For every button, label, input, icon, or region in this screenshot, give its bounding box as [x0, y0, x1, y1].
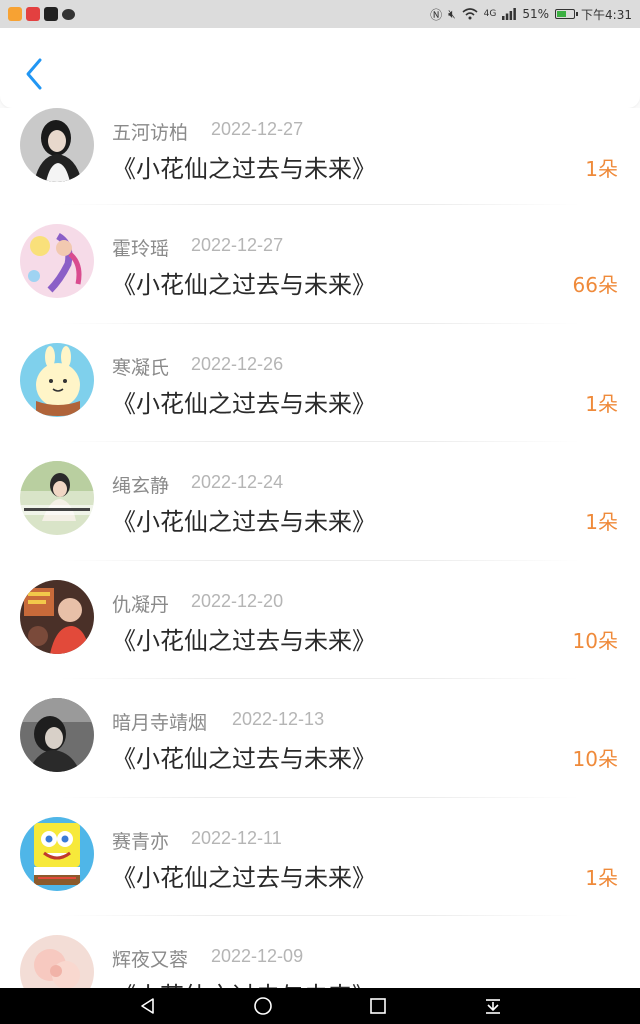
- nav-back-button[interactable]: [133, 991, 163, 1021]
- user-name: 霍玲瑶: [112, 238, 170, 260]
- flower-count: 10朵: [572, 747, 618, 771]
- book-title: 《小花仙之过去与未来》: [112, 155, 376, 183]
- list-item[interactable]: 辉夜又蓉 2022-12-09 《小花仙之过去与未来》: [0, 916, 640, 1010]
- user-name: 五河访柏: [112, 122, 189, 144]
- chat-bubble-icon: [62, 8, 75, 20]
- notification-pulldown-icon: [485, 999, 500, 1014]
- recents-square-icon: [369, 998, 386, 1014]
- clock: 下午4:31: [581, 7, 632, 22]
- list-item[interactable]: 霍玲瑶 2022-12-27 《小花仙之过去与未来》 66朵: [0, 205, 640, 324]
- user-name: 绳玄静: [112, 475, 170, 497]
- flower-count: 1朵: [585, 391, 618, 416]
- flower-record-list: 五河访柏 2022-12-27 《小花仙之过去与未来》 1朵 霍玲瑶 2022-…: [0, 108, 640, 1010]
- status-indicators: Ⓝ 🔇︎ 4G 51% 下午4:31: [430, 6, 632, 23]
- flower-count: 1朵: [585, 865, 618, 890]
- user-name: 仇凝丹: [112, 593, 170, 616]
- user-name: 辉夜又蓉: [112, 949, 189, 971]
- date: 2022-12-27: [211, 119, 304, 139]
- avatar: [20, 108, 94, 182]
- nav-home-button[interactable]: [248, 991, 278, 1021]
- nav-notification-button[interactable]: [478, 991, 508, 1021]
- navigation-bar: [0, 988, 640, 1024]
- date: 2022-12-20: [191, 590, 284, 611]
- flower-count: 1朵: [585, 510, 618, 534]
- nav-recents-button[interactable]: [363, 991, 393, 1021]
- date: 2022-12-27: [191, 235, 284, 255]
- date: 2022-12-26: [191, 353, 284, 374]
- tiktok-icon: [44, 7, 58, 21]
- list-item[interactable]: 寒凝氏 2022-12-26 《小花仙之过去与未来》 1朵: [0, 323, 640, 442]
- video-app-icon: [8, 7, 22, 21]
- list-item[interactable]: 五河访柏 2022-12-27 《小花仙之过去与未来》 1朵: [0, 108, 640, 205]
- avatar: [20, 579, 94, 654]
- signal-icon: [502, 8, 517, 20]
- list-item[interactable]: 仇凝丹 2022-12-20 《小花仙之过去与未来》 10朵: [0, 560, 640, 679]
- status-bar: Ⓝ 🔇︎ 4G 51% 下午4:31: [0, 0, 640, 28]
- book-title: 《小花仙之过去与未来》: [112, 745, 376, 773]
- date: 2022-12-11: [191, 827, 282, 848]
- battery-icon: [555, 9, 579, 19]
- list-item[interactable]: 暗月寺靖烟 2022-12-13 《小花仙之过去与未来》 10朵: [0, 679, 640, 798]
- list-item[interactable]: 赛青亦 2022-12-11 《小花仙之过去与未来》 1朵: [0, 797, 640, 916]
- nfc-icon: Ⓝ: [430, 7, 443, 22]
- user-name: 赛青亦: [112, 830, 170, 853]
- book-title: 《小花仙之过去与未来》: [112, 389, 376, 418]
- wifi-icon: [462, 8, 478, 20]
- avatar: [20, 816, 94, 891]
- date: 2022-12-13: [232, 709, 325, 729]
- back-button[interactable]: [18, 54, 50, 94]
- red-app-icon: [26, 7, 40, 21]
- back-triangle-icon: [140, 998, 154, 1014]
- avatar: [20, 461, 94, 535]
- chevron-left-icon: [26, 58, 42, 90]
- home-circle-icon: [253, 997, 272, 1015]
- battery-fill: [557, 11, 567, 17]
- avatar: [20, 698, 94, 772]
- book-title: 《小花仙之过去与未来》: [112, 271, 376, 299]
- flower-count: 1朵: [585, 157, 618, 181]
- book-title: 《小花仙之过去与未来》: [112, 508, 376, 536]
- book-title: 《小花仙之过去与未来》: [112, 863, 376, 892]
- flower-count: 10朵: [572, 628, 618, 653]
- flower-count: 66朵: [572, 273, 618, 297]
- avatar: [20, 342, 94, 417]
- network-type: 4G: [483, 9, 497, 19]
- notification-icons: [8, 7, 75, 21]
- mute-icon: 🔇︎: [448, 6, 456, 21]
- book-title: 《小花仙之过去与未来》: [112, 626, 376, 655]
- user-name: 暗月寺靖烟: [112, 712, 208, 734]
- user-name: 寒凝氏: [112, 356, 170, 379]
- date: 2022-12-09: [211, 946, 304, 966]
- header: [0, 28, 640, 108]
- date: 2022-12-24: [191, 472, 284, 492]
- battery-percent: 51%: [522, 7, 550, 21]
- screen: Ⓝ 🔇︎ 4G 51% 下午4:31 五河访柏 2022-12-27 《小花仙之…: [0, 0, 640, 1024]
- list-item[interactable]: 绳玄静 2022-12-24 《小花仙之过去与未来》 1朵: [0, 442, 640, 561]
- avatar: [20, 224, 94, 298]
